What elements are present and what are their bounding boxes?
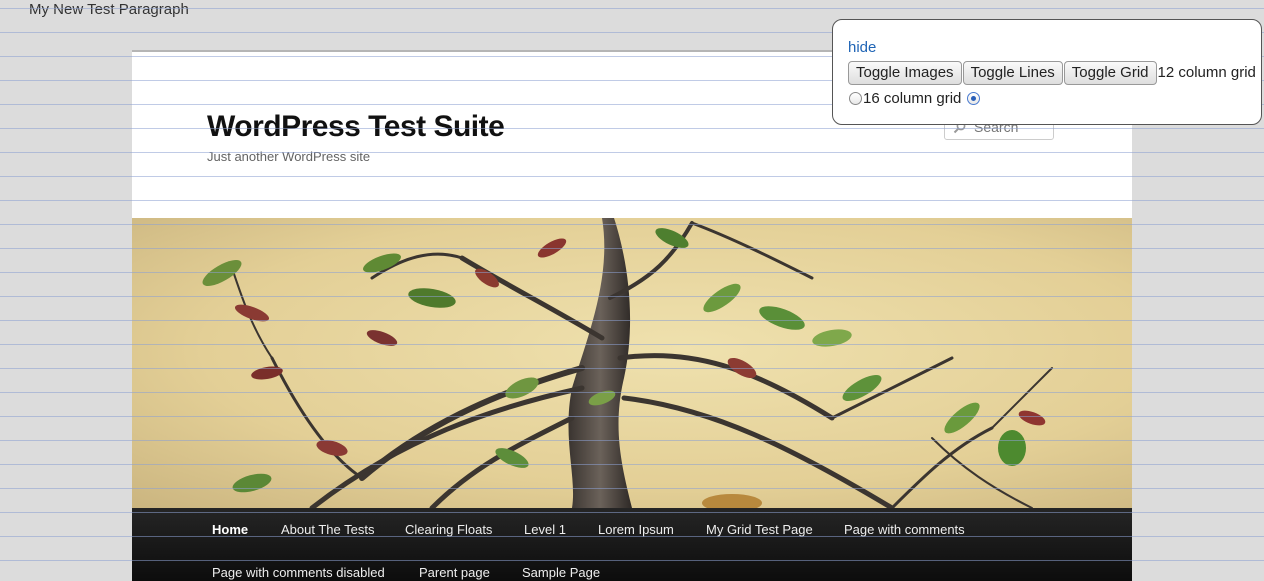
site-description: Just another WordPress site <box>207 149 371 164</box>
nav-item-lorem-ipsum[interactable]: Lorem Ipsum <box>598 522 674 537</box>
toggle-images-button[interactable]: Toggle Images <box>848 60 962 85</box>
nav-item-sample-page[interactable]: Sample Page <box>522 565 600 580</box>
grid-control-panel: hide Toggle Images Toggle Lines Toggle Gri… <box>832 19 1262 125</box>
option-12-column-label: 12 column grid <box>1157 64 1256 81</box>
test-paragraph: My New Test Paragraph <box>29 1 189 18</box>
nav-item-parent-page[interactable]: Parent page <box>419 565 490 580</box>
toggle-lines-button[interactable]: Toggle Lines <box>962 60 1063 85</box>
option-16-column-radio[interactable] <box>966 92 980 105</box>
nav-item-level-1[interactable]: Level 1 <box>524 522 566 537</box>
option-12-column-radio[interactable] <box>849 92 862 105</box>
main-navigation: Home About The Tests Clearing Floats Lev… <box>132 508 1132 581</box>
hide-link[interactable]: hide <box>848 39 1261 57</box>
option-16-column-label: 16 column grid <box>863 90 962 107</box>
header-image <box>132 218 1132 508</box>
nav-item-my-grid-test-page[interactable]: My Grid Test Page <box>706 522 813 537</box>
nav-item-page-with-comments-disabled[interactable]: Page with comments disabled <box>212 565 385 580</box>
nav-item-clearing-floats[interactable]: Clearing Floats <box>405 522 492 537</box>
nav-item-home[interactable]: Home <box>212 522 248 537</box>
nav-item-about-the-tests[interactable]: About The Tests <box>281 522 374 537</box>
site-title[interactable]: WordPress Test Suite <box>207 110 505 144</box>
nav-item-page-with-comments[interactable]: Page with comments <box>844 522 965 537</box>
toggle-grid-button[interactable]: Toggle Grid <box>1063 60 1157 85</box>
wordpress-page: WordPress Test Suite Just another WordPr… <box>132 50 1132 581</box>
